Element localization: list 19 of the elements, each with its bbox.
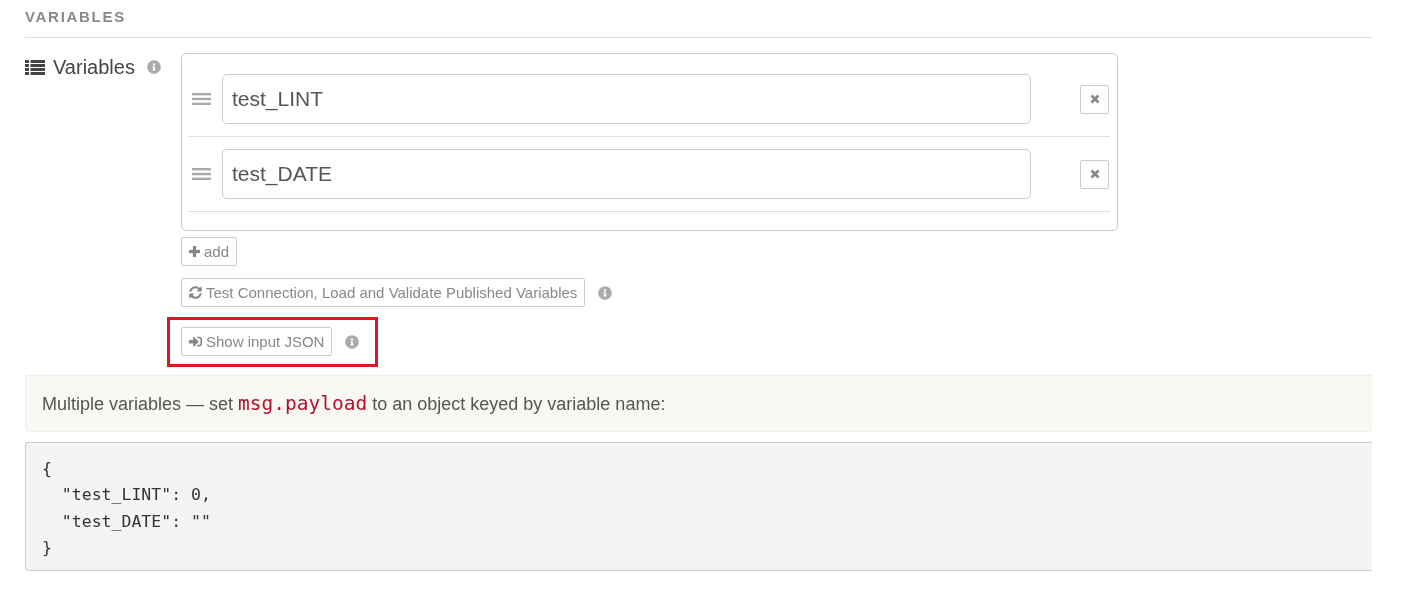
sign-in-arrow-icon: [189, 335, 202, 348]
remove-button[interactable]: [1080, 84, 1109, 114]
add-button[interactable]: add: [181, 237, 238, 266]
variable-name-input[interactable]: test_LINT: [222, 74, 1031, 124]
section-title: VARIABLES: [25, 9, 126, 25]
show-json-button[interactable]: Show input JSON: [181, 327, 333, 356]
drag-handle-icon[interactable]: [192, 168, 211, 180]
list-icon: [25, 59, 45, 75]
test-connection-button[interactable]: Test Connection, Load and Validate Published Variables: [181, 278, 586, 307]
variable-name-input[interactable]: test_DATE: [222, 149, 1031, 199]
plus-icon: [189, 246, 200, 257]
field-label: Variables: [53, 55, 135, 79]
close-icon: [1089, 169, 1100, 179]
code-block: { "test_LINT": 0, "test_DATE": "" }: [25, 442, 1372, 571]
refresh-icon: [189, 286, 202, 299]
close-icon: [1089, 94, 1100, 104]
drag-handle-icon[interactable]: [192, 93, 211, 105]
note-text: Multiple variables — set msg.payload to an object keyed by variable name:: [42, 392, 666, 415]
remove-button[interactable]: [1080, 159, 1109, 189]
